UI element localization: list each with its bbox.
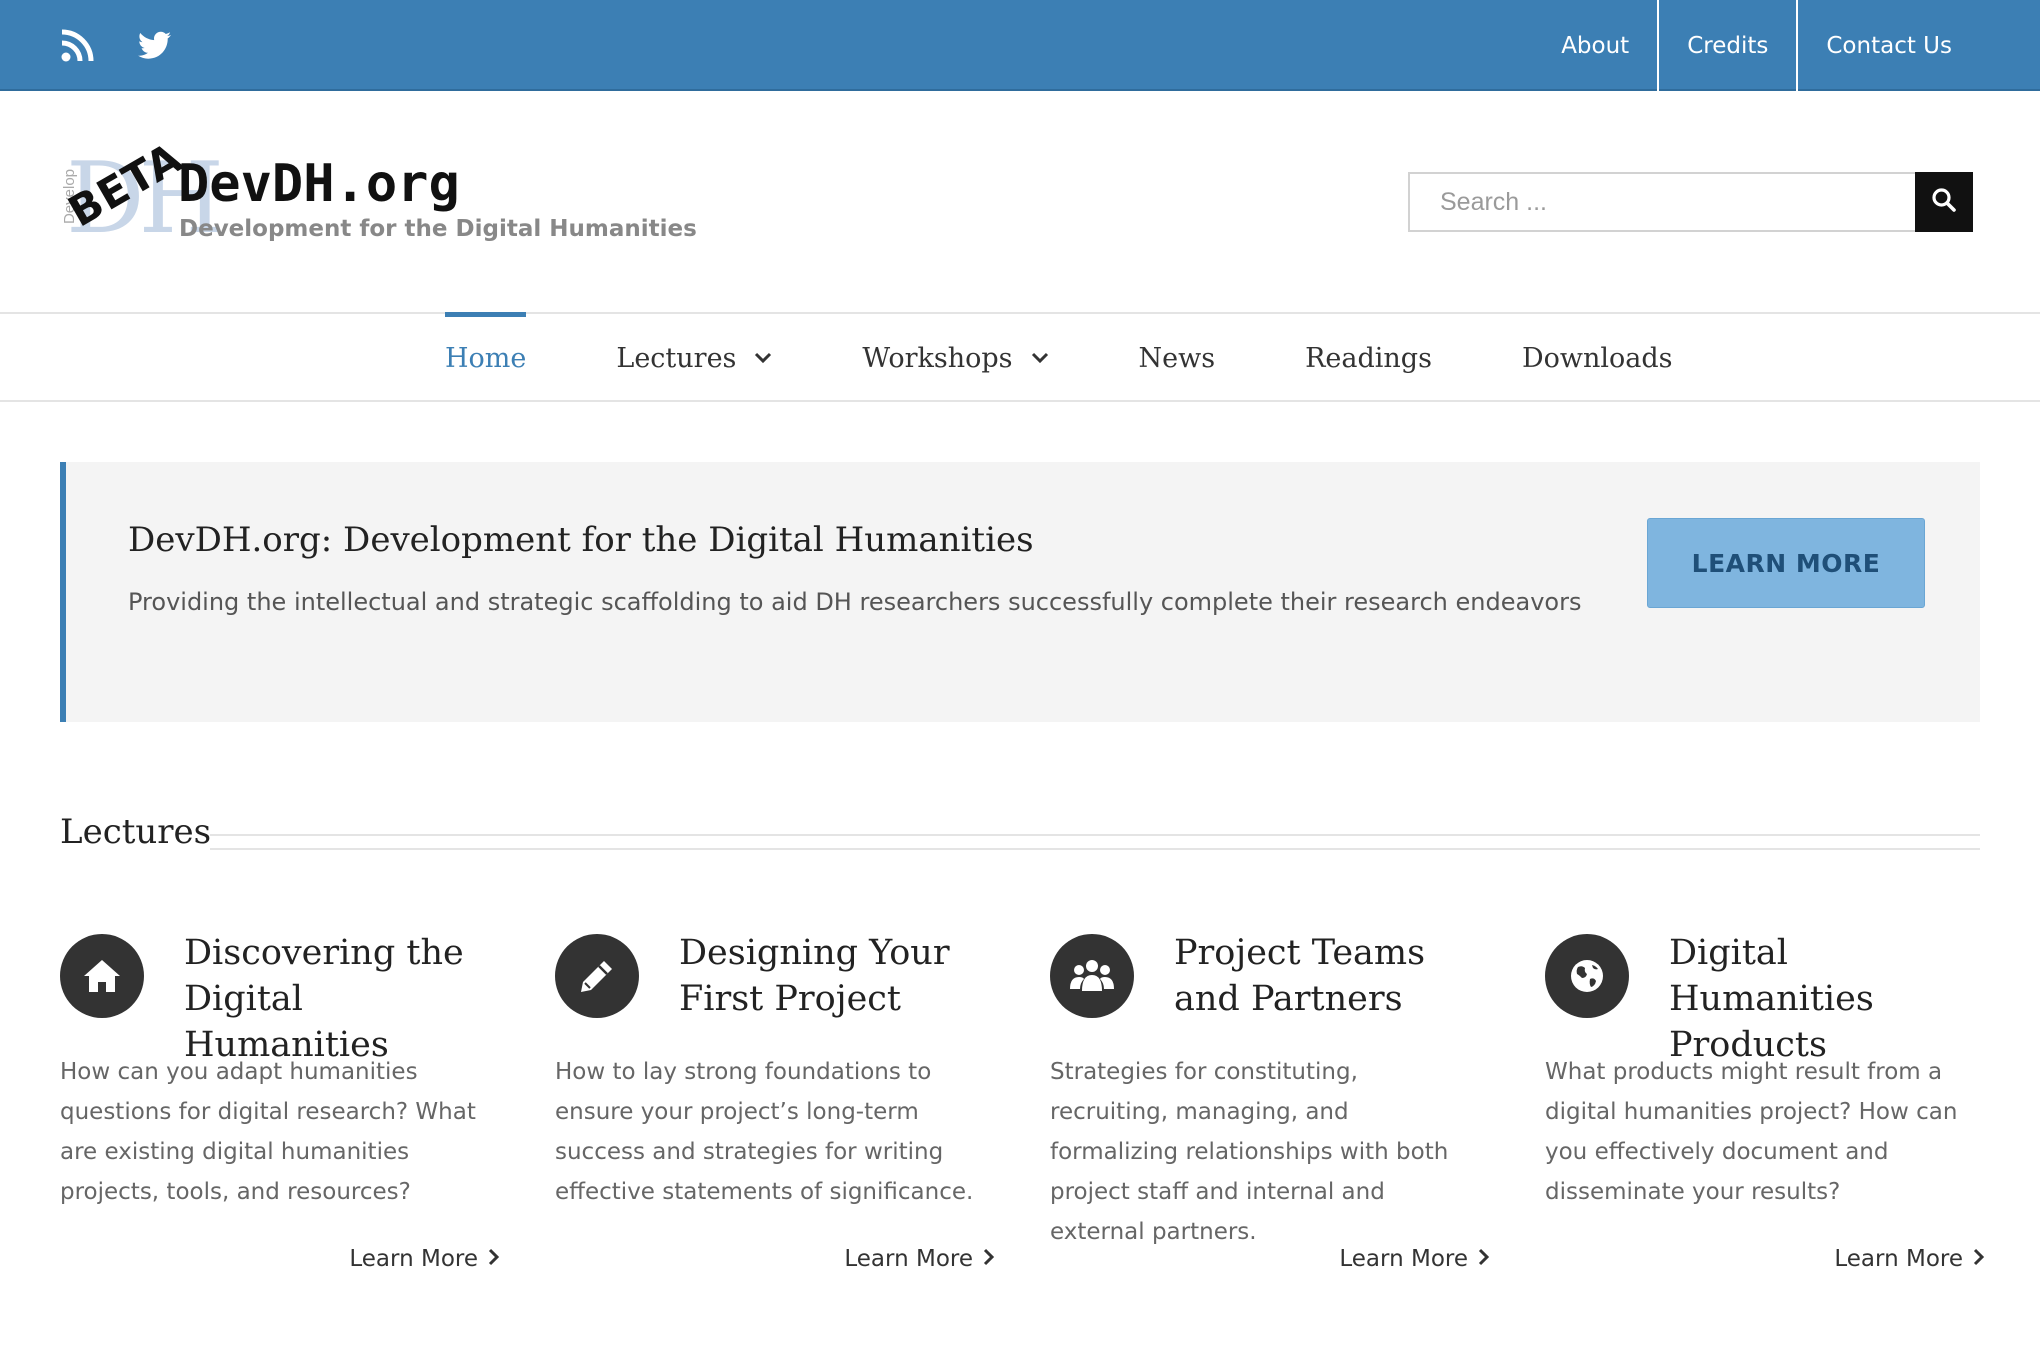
pencil-icon <box>555 934 639 1018</box>
nav-downloads[interactable]: Downloads <box>1522 314 1673 402</box>
card-text: How to lay strong foundations to ensure … <box>555 1059 974 1205</box>
search-button[interactable] <box>1915 172 1973 232</box>
hero-title: DevDH.org: Development for the Digital H… <box>128 520 1034 560</box>
learn-more-link[interactable]: Learn More <box>1339 1246 1490 1272</box>
search-form <box>1408 172 1973 232</box>
chevron-right-icon <box>983 1246 995 1272</box>
learn-more-label: Learn More <box>1834 1246 1963 1272</box>
search-icon <box>1931 187 1957 218</box>
main-nav: Home Lectures Workshops News Readings Do… <box>0 312 2040 402</box>
top-link-credits[interactable]: Credits <box>1657 0 1796 91</box>
chevron-right-icon <box>1478 1246 1490 1272</box>
card-text: What products might result from a digita… <box>1545 1059 1958 1205</box>
site-name: DevDH.org <box>178 154 460 214</box>
nav-label: Home <box>445 342 527 374</box>
rss-icon[interactable] <box>58 27 96 65</box>
globe-icon <box>1545 934 1629 1018</box>
lecture-card: Digital Humanities Products What product… <box>1545 930 1985 1290</box>
chevron-down-icon <box>754 352 772 364</box>
card-text: How can you adapt humanities questions f… <box>60 1059 476 1205</box>
top-link-contact[interactable]: Contact Us <box>1796 0 2040 91</box>
card-title: Digital Humanities Products <box>1669 933 1874 1065</box>
nav-label: Downloads <box>1521 342 1673 374</box>
section-title: Lectures <box>60 812 212 852</box>
lecture-card: Project Teams and Partners Strategies fo… <box>1050 930 1490 1290</box>
nav-readings[interactable]: Readings <box>1305 314 1432 402</box>
twitter-icon[interactable] <box>136 27 174 65</box>
top-nav: About Credits Contact Us <box>1533 0 2040 91</box>
lecture-card: Designing Your First Project How to lay … <box>555 930 995 1290</box>
card-title: Project Teams and Partners <box>1174 933 1426 1019</box>
nav-home[interactable]: Home <box>445 312 527 402</box>
nav-label: Lectures <box>616 342 737 374</box>
learn-more-label: Learn More <box>1339 1246 1468 1272</box>
learn-more-label: Learn More <box>844 1246 973 1272</box>
nav-label: Readings <box>1305 342 1432 374</box>
card-title: Designing Your First Project <box>679 933 950 1019</box>
hero-text: Providing the intellectual and strategic… <box>128 588 1582 616</box>
nav-workshops[interactable]: Workshops <box>862 314 1048 402</box>
chevron-down-icon <box>1031 352 1049 364</box>
chevron-right-icon <box>488 1246 500 1272</box>
site-logo[interactable]: DH Develop BETA DevDH.org Development fo… <box>58 133 698 250</box>
top-link-about[interactable]: About <box>1533 0 1657 91</box>
card-text: Strategies for constituting, recruiting,… <box>1050 1059 1449 1245</box>
home-icon <box>60 934 144 1018</box>
hero-callout: DevDH.org: Development for the Digital H… <box>60 462 1980 722</box>
top-bar: About Credits Contact Us <box>0 0 2040 91</box>
users-icon <box>1050 934 1134 1018</box>
learn-more-link[interactable]: Learn More <box>844 1246 995 1272</box>
learn-more-link[interactable]: Learn More <box>349 1246 500 1272</box>
nav-lectures[interactable]: Lectures <box>616 314 772 402</box>
learn-more-button[interactable]: LEARN MORE <box>1647 518 1925 608</box>
nav-label: News <box>1138 342 1216 374</box>
nav-news[interactable]: News <box>1139 314 1216 402</box>
card-title: Discovering the Digital Humanities <box>184 933 464 1065</box>
learn-more-label: Learn More <box>349 1246 478 1272</box>
nav-label: Workshops <box>862 342 1013 374</box>
social-links <box>58 0 174 91</box>
section-divider <box>210 834 1980 850</box>
chevron-right-icon <box>1973 1246 1985 1272</box>
learn-more-link[interactable]: Learn More <box>1834 1246 1985 1272</box>
lecture-card: Discovering the Digital Humanities How c… <box>60 930 500 1290</box>
site-tagline: Development for the Digital Humanities <box>179 216 697 242</box>
search-input[interactable] <box>1410 174 1915 230</box>
